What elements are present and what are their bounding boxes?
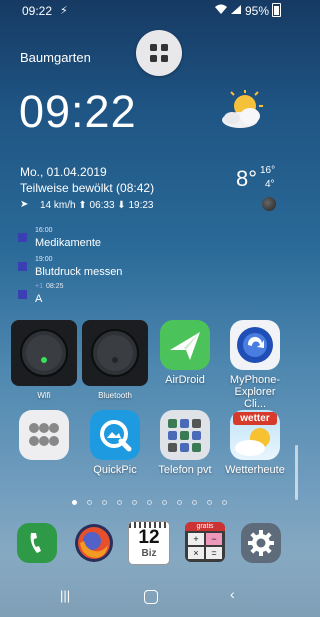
app-label: AirDroid bbox=[165, 374, 205, 386]
app-bluetooth-toggle[interactable]: Bluetooth bbox=[80, 320, 150, 402]
wifi-toggle-icon bbox=[11, 320, 77, 386]
event-marker bbox=[18, 233, 27, 242]
bluetooth-toggle-icon bbox=[82, 320, 148, 386]
event-marker bbox=[18, 262, 27, 271]
battery-icon bbox=[272, 3, 281, 17]
cell-signal-icon bbox=[231, 5, 241, 14]
dock-calculator[interactable]: gratis + − × = bbox=[185, 522, 225, 562]
calculator-icon: gratis + − × = bbox=[185, 522, 225, 562]
myphoneexplorer-icon bbox=[230, 320, 280, 370]
contacts-folder-icon bbox=[160, 410, 210, 460]
edge-panel-handle[interactable] bbox=[295, 445, 298, 500]
status-time: 09:22 bbox=[22, 4, 53, 18]
dock-calendar[interactable]: 12 Biz bbox=[128, 521, 170, 565]
app-label: MyPhone-Explorer Cli... bbox=[220, 374, 290, 410]
airdroid-icon bbox=[160, 320, 210, 370]
flash-icon: ⚡ bbox=[60, 5, 68, 17]
app-wetterheute[interactable]: wetter Wetterheute bbox=[220, 410, 290, 477]
page-dot[interactable] bbox=[117, 500, 122, 505]
wind-direction-icon: ➤ bbox=[20, 199, 29, 210]
phone-icon bbox=[17, 523, 57, 563]
firefox-icon bbox=[75, 524, 113, 562]
temperature-current: 8° bbox=[236, 166, 258, 191]
app-label: QuickPic bbox=[93, 464, 137, 476]
page-dot[interactable] bbox=[162, 500, 167, 505]
event-marker bbox=[18, 290, 27, 299]
folder-icon bbox=[19, 410, 69, 460]
event-day-offset: +1 bbox=[35, 283, 43, 290]
clock[interactable]: 09:22 bbox=[19, 86, 137, 138]
dock-phone[interactable] bbox=[17, 523, 57, 568]
temperature-low: 4° bbox=[265, 179, 275, 190]
app-airdroid[interactable]: AirDroid bbox=[150, 320, 220, 387]
event-title[interactable]: Blutdruck messen bbox=[35, 266, 122, 278]
nav-back-button[interactable]: ‹ bbox=[230, 586, 235, 602]
dock-settings[interactable] bbox=[241, 523, 281, 568]
temperature-high: 16° bbox=[260, 165, 276, 176]
calculator-badge: gratis bbox=[185, 522, 225, 531]
weather-condition: Teilweise bewölkt (08:42) bbox=[20, 181, 155, 195]
page-dot[interactable] bbox=[177, 500, 182, 505]
page-dot[interactable] bbox=[72, 500, 77, 505]
page-dot[interactable] bbox=[102, 500, 107, 505]
dock-firefox[interactable] bbox=[74, 523, 114, 568]
app-telefon-pvt[interactable]: Telefon pvt bbox=[150, 410, 220, 477]
nav-home-button[interactable] bbox=[144, 590, 158, 604]
weather-location[interactable]: Baumgarten bbox=[20, 50, 91, 65]
event-time: 08:25 bbox=[46, 283, 64, 290]
page-dot[interactable] bbox=[87, 500, 92, 505]
battery-percent: 95% bbox=[245, 4, 270, 18]
page-dot[interactable] bbox=[207, 500, 212, 505]
page-dot[interactable] bbox=[192, 500, 197, 505]
app-label: Wifi bbox=[37, 391, 51, 400]
apps-grid-button[interactable] bbox=[136, 30, 182, 76]
weather-date: Mo., 01.04.2019 bbox=[20, 165, 107, 179]
app-myphoneexplorer[interactable]: MyPhone-Explorer Cli... bbox=[220, 320, 290, 410]
moon-phase-icon bbox=[262, 197, 276, 211]
quickpic-icon bbox=[90, 410, 140, 460]
nav-recents-button[interactable]: ||| bbox=[60, 588, 70, 603]
event-time: 16:00 bbox=[35, 227, 53, 234]
app-label: Wetterheute bbox=[225, 464, 285, 476]
app-label: Telefon pvt bbox=[158, 464, 212, 476]
wetter-icon: wetter bbox=[230, 410, 280, 460]
event-time: 19:00 bbox=[35, 256, 53, 263]
app-quickpic[interactable]: QuickPic bbox=[80, 410, 150, 477]
calendar-biz-icon: 12 Biz bbox=[128, 521, 170, 565]
app-label-text: MyPhone-Explorer Cli... bbox=[229, 374, 281, 410]
app-label: Bluetooth bbox=[98, 391, 132, 400]
calendar-day: 12 bbox=[138, 527, 160, 548]
event-title[interactable]: Medikamente bbox=[35, 237, 101, 249]
settings-icon bbox=[241, 523, 281, 563]
page-dot[interactable] bbox=[132, 500, 137, 505]
app-folder[interactable] bbox=[9, 410, 79, 464]
calendar-tag: Biz bbox=[141, 548, 157, 559]
event-title[interactable]: A bbox=[35, 293, 42, 305]
app-wifi-toggle[interactable]: Wifi bbox=[9, 320, 79, 402]
page-dot[interactable] bbox=[147, 500, 152, 505]
partly-cloudy-icon bbox=[222, 90, 263, 128]
wifi-signal-icon bbox=[215, 4, 227, 14]
wind-sun-times: 14 km/h ⬆ 06:33 ⬇ 19:23 bbox=[40, 200, 154, 211]
page-dot[interactable] bbox=[222, 500, 227, 505]
